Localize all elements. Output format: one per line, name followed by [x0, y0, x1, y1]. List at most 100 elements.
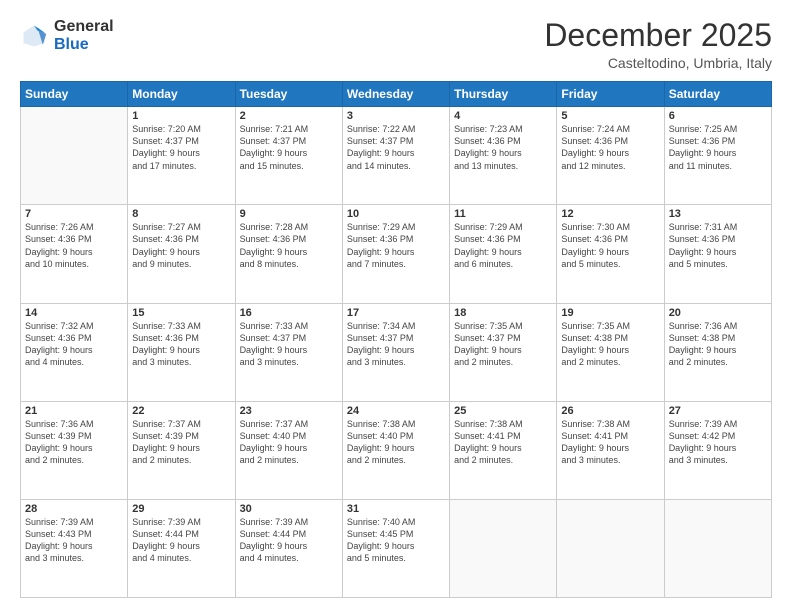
- day-number: 27: [669, 405, 767, 417]
- day-info: Sunrise: 7:36 AM Sunset: 4:39 PM Dayligh…: [25, 418, 123, 467]
- calendar-cell: 1Sunrise: 7:20 AM Sunset: 4:37 PM Daylig…: [128, 107, 235, 205]
- day-number: 19: [561, 307, 659, 319]
- calendar-cell: 3Sunrise: 7:22 AM Sunset: 4:37 PM Daylig…: [342, 107, 449, 205]
- day-info: Sunrise: 7:21 AM Sunset: 4:37 PM Dayligh…: [240, 123, 338, 172]
- calendar-week-row: 14Sunrise: 7:32 AM Sunset: 4:36 PM Dayli…: [21, 303, 772, 401]
- weekday-header-thursday: Thursday: [450, 82, 557, 107]
- day-number: 23: [240, 405, 338, 417]
- calendar-week-row: 1Sunrise: 7:20 AM Sunset: 4:37 PM Daylig…: [21, 107, 772, 205]
- logo-general: General: [54, 18, 114, 36]
- month-title: December 2025: [544, 18, 772, 53]
- calendar-cell: 31Sunrise: 7:40 AM Sunset: 4:45 PM Dayli…: [342, 499, 449, 597]
- day-number: 6: [669, 110, 767, 122]
- day-number: 12: [561, 208, 659, 220]
- day-number: 3: [347, 110, 445, 122]
- weekday-header-tuesday: Tuesday: [235, 82, 342, 107]
- day-number: 8: [132, 208, 230, 220]
- calendar-cell: 14Sunrise: 7:32 AM Sunset: 4:36 PM Dayli…: [21, 303, 128, 401]
- day-info: Sunrise: 7:35 AM Sunset: 4:38 PM Dayligh…: [561, 320, 659, 369]
- calendar-cell: [450, 499, 557, 597]
- calendar-cell: 27Sunrise: 7:39 AM Sunset: 4:42 PM Dayli…: [664, 401, 771, 499]
- page: General Blue December 2025 Casteltodino,…: [0, 0, 792, 612]
- day-info: Sunrise: 7:28 AM Sunset: 4:36 PM Dayligh…: [240, 221, 338, 270]
- weekday-header-wednesday: Wednesday: [342, 82, 449, 107]
- calendar-cell: [664, 499, 771, 597]
- day-info: Sunrise: 7:22 AM Sunset: 4:37 PM Dayligh…: [347, 123, 445, 172]
- day-number: 5: [561, 110, 659, 122]
- day-info: Sunrise: 7:31 AM Sunset: 4:36 PM Dayligh…: [669, 221, 767, 270]
- day-number: 30: [240, 503, 338, 515]
- weekday-header-sunday: Sunday: [21, 82, 128, 107]
- calendar-cell: 26Sunrise: 7:38 AM Sunset: 4:41 PM Dayli…: [557, 401, 664, 499]
- day-number: 31: [347, 503, 445, 515]
- logo-icon: [20, 22, 48, 50]
- weekday-header-monday: Monday: [128, 82, 235, 107]
- day-info: Sunrise: 7:33 AM Sunset: 4:36 PM Dayligh…: [132, 320, 230, 369]
- day-info: Sunrise: 7:39 AM Sunset: 4:44 PM Dayligh…: [132, 516, 230, 565]
- calendar-cell: 4Sunrise: 7:23 AM Sunset: 4:36 PM Daylig…: [450, 107, 557, 205]
- day-info: Sunrise: 7:34 AM Sunset: 4:37 PM Dayligh…: [347, 320, 445, 369]
- calendar-cell: 11Sunrise: 7:29 AM Sunset: 4:36 PM Dayli…: [450, 205, 557, 303]
- day-info: Sunrise: 7:29 AM Sunset: 4:36 PM Dayligh…: [347, 221, 445, 270]
- day-info: Sunrise: 7:37 AM Sunset: 4:39 PM Dayligh…: [132, 418, 230, 467]
- day-number: 11: [454, 208, 552, 220]
- day-number: 7: [25, 208, 123, 220]
- calendar-cell: 10Sunrise: 7:29 AM Sunset: 4:36 PM Dayli…: [342, 205, 449, 303]
- calendar-cell: 28Sunrise: 7:39 AM Sunset: 4:43 PM Dayli…: [21, 499, 128, 597]
- day-info: Sunrise: 7:39 AM Sunset: 4:42 PM Dayligh…: [669, 418, 767, 467]
- day-number: 4: [454, 110, 552, 122]
- calendar-cell: 29Sunrise: 7:39 AM Sunset: 4:44 PM Dayli…: [128, 499, 235, 597]
- calendar-week-row: 7Sunrise: 7:26 AM Sunset: 4:36 PM Daylig…: [21, 205, 772, 303]
- header: General Blue December 2025 Casteltodino,…: [20, 18, 772, 71]
- calendar-cell: 18Sunrise: 7:35 AM Sunset: 4:37 PM Dayli…: [450, 303, 557, 401]
- calendar-cell: 16Sunrise: 7:33 AM Sunset: 4:37 PM Dayli…: [235, 303, 342, 401]
- calendar-cell: 5Sunrise: 7:24 AM Sunset: 4:36 PM Daylig…: [557, 107, 664, 205]
- day-info: Sunrise: 7:40 AM Sunset: 4:45 PM Dayligh…: [347, 516, 445, 565]
- calendar-week-row: 21Sunrise: 7:36 AM Sunset: 4:39 PM Dayli…: [21, 401, 772, 499]
- day-info: Sunrise: 7:30 AM Sunset: 4:36 PM Dayligh…: [561, 221, 659, 270]
- calendar-cell: 24Sunrise: 7:38 AM Sunset: 4:40 PM Dayli…: [342, 401, 449, 499]
- day-info: Sunrise: 7:38 AM Sunset: 4:40 PM Dayligh…: [347, 418, 445, 467]
- calendar-cell: [557, 499, 664, 597]
- day-info: Sunrise: 7:37 AM Sunset: 4:40 PM Dayligh…: [240, 418, 338, 467]
- calendar-cell: 7Sunrise: 7:26 AM Sunset: 4:36 PM Daylig…: [21, 205, 128, 303]
- logo-blue: Blue: [54, 36, 114, 54]
- calendar-cell: 17Sunrise: 7:34 AM Sunset: 4:37 PM Dayli…: [342, 303, 449, 401]
- calendar-cell: 23Sunrise: 7:37 AM Sunset: 4:40 PM Dayli…: [235, 401, 342, 499]
- day-info: Sunrise: 7:39 AM Sunset: 4:43 PM Dayligh…: [25, 516, 123, 565]
- day-number: 29: [132, 503, 230, 515]
- day-number: 22: [132, 405, 230, 417]
- day-number: 10: [347, 208, 445, 220]
- day-info: Sunrise: 7:39 AM Sunset: 4:44 PM Dayligh…: [240, 516, 338, 565]
- calendar-cell: 9Sunrise: 7:28 AM Sunset: 4:36 PM Daylig…: [235, 205, 342, 303]
- calendar-week-row: 28Sunrise: 7:39 AM Sunset: 4:43 PM Dayli…: [21, 499, 772, 597]
- day-info: Sunrise: 7:35 AM Sunset: 4:37 PM Dayligh…: [454, 320, 552, 369]
- weekday-header-friday: Friday: [557, 82, 664, 107]
- day-number: 17: [347, 307, 445, 319]
- day-info: Sunrise: 7:38 AM Sunset: 4:41 PM Dayligh…: [561, 418, 659, 467]
- weekday-header-saturday: Saturday: [664, 82, 771, 107]
- day-number: 20: [669, 307, 767, 319]
- calendar-cell: 19Sunrise: 7:35 AM Sunset: 4:38 PM Dayli…: [557, 303, 664, 401]
- day-number: 15: [132, 307, 230, 319]
- day-info: Sunrise: 7:25 AM Sunset: 4:36 PM Dayligh…: [669, 123, 767, 172]
- title-block: December 2025 Casteltodino, Umbria, Ital…: [544, 18, 772, 71]
- calendar-cell: 20Sunrise: 7:36 AM Sunset: 4:38 PM Dayli…: [664, 303, 771, 401]
- calendar-cell: 15Sunrise: 7:33 AM Sunset: 4:36 PM Dayli…: [128, 303, 235, 401]
- day-info: Sunrise: 7:23 AM Sunset: 4:36 PM Dayligh…: [454, 123, 552, 172]
- calendar-table: SundayMondayTuesdayWednesdayThursdayFrid…: [20, 81, 772, 598]
- calendar-cell: 22Sunrise: 7:37 AM Sunset: 4:39 PM Dayli…: [128, 401, 235, 499]
- day-number: 18: [454, 307, 552, 319]
- day-info: Sunrise: 7:27 AM Sunset: 4:36 PM Dayligh…: [132, 221, 230, 270]
- weekday-header-row: SundayMondayTuesdayWednesdayThursdayFrid…: [21, 82, 772, 107]
- day-number: 13: [669, 208, 767, 220]
- day-info: Sunrise: 7:32 AM Sunset: 4:36 PM Dayligh…: [25, 320, 123, 369]
- calendar-cell: 25Sunrise: 7:38 AM Sunset: 4:41 PM Dayli…: [450, 401, 557, 499]
- day-number: 9: [240, 208, 338, 220]
- day-info: Sunrise: 7:26 AM Sunset: 4:36 PM Dayligh…: [25, 221, 123, 270]
- calendar-cell: 2Sunrise: 7:21 AM Sunset: 4:37 PM Daylig…: [235, 107, 342, 205]
- calendar-cell: 12Sunrise: 7:30 AM Sunset: 4:36 PM Dayli…: [557, 205, 664, 303]
- day-number: 2: [240, 110, 338, 122]
- day-info: Sunrise: 7:36 AM Sunset: 4:38 PM Dayligh…: [669, 320, 767, 369]
- day-number: 16: [240, 307, 338, 319]
